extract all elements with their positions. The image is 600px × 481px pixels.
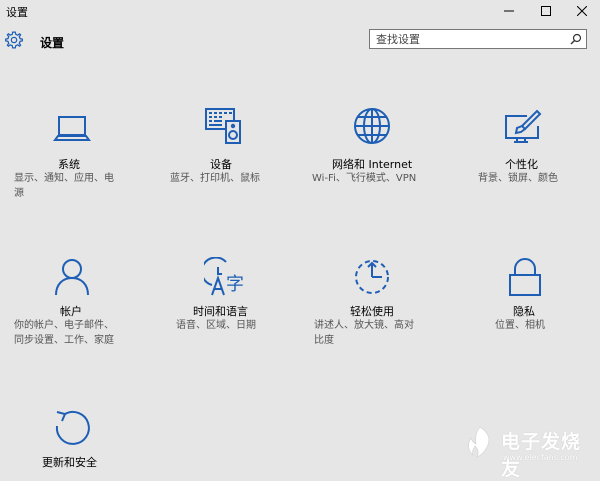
category-description: 讲述人、放大镜、高对 比度 — [314, 320, 414, 346]
search-input[interactable] — [370, 30, 566, 48]
ease-of-access-icon — [355, 260, 389, 294]
maximize-button[interactable] — [528, 0, 564, 22]
search-icon[interactable] — [570, 33, 582, 45]
watermark-url: www.elecfans.com — [503, 453, 578, 462]
category-name: 时间和语言 — [193, 305, 248, 318]
svg-text:字: 字 — [226, 274, 244, 295]
keyboard-speaker-icon — [205, 108, 241, 144]
time-language-icon: 字 — [204, 257, 244, 296]
category-name: 设备 — [210, 158, 232, 171]
search-box[interactable] — [369, 29, 587, 49]
paintbrush-monitor-icon — [505, 109, 542, 143]
category-description: 你的帐户、电子邮件、 同步设置、工作、家庭 — [14, 320, 114, 346]
category-name: 个性化 — [505, 158, 538, 171]
minimize-button[interactable] — [491, 0, 527, 22]
category-description: 语音、区域、日期 — [176, 320, 256, 331]
laptop-icon — [53, 116, 91, 141]
window-title: 设置 — [6, 6, 28, 19]
category-name: 网络和 Internet — [332, 158, 413, 171]
close-icon — [577, 6, 587, 16]
category-name: 隐私 — [513, 305, 535, 318]
category-name: 系统 — [58, 158, 80, 171]
category-description: Wi-Fi、飞行模式、VPN — [312, 173, 417, 184]
page-title: 设置 — [40, 36, 65, 50]
person-icon — [55, 259, 89, 296]
gear-icon — [5, 31, 23, 49]
minimize-icon — [504, 10, 514, 12]
category-name: 轻松使用 — [350, 305, 394, 318]
watermark: 电子发烧友 www.elecfans.com — [463, 425, 595, 480]
title-bar: 设置 — [0, 0, 600, 22]
category-description: 位置、相机 — [495, 320, 545, 331]
elecfans-logo-icon — [468, 426, 490, 458]
category-description: 显示、通知、应用、电 源 — [14, 173, 114, 199]
category-description: 背景、锁屏、颜色 — [478, 173, 558, 184]
category-name: 更新和安全 — [42, 456, 97, 469]
category-description: 蓝牙、打印机、鼠标 — [170, 173, 260, 184]
lock-icon — [509, 258, 541, 296]
category-name: 帐户 — [60, 305, 82, 318]
refresh-icon — [55, 411, 90, 445]
maximize-icon — [541, 6, 551, 16]
globe-icon — [354, 108, 390, 144]
close-button[interactable] — [564, 0, 600, 22]
